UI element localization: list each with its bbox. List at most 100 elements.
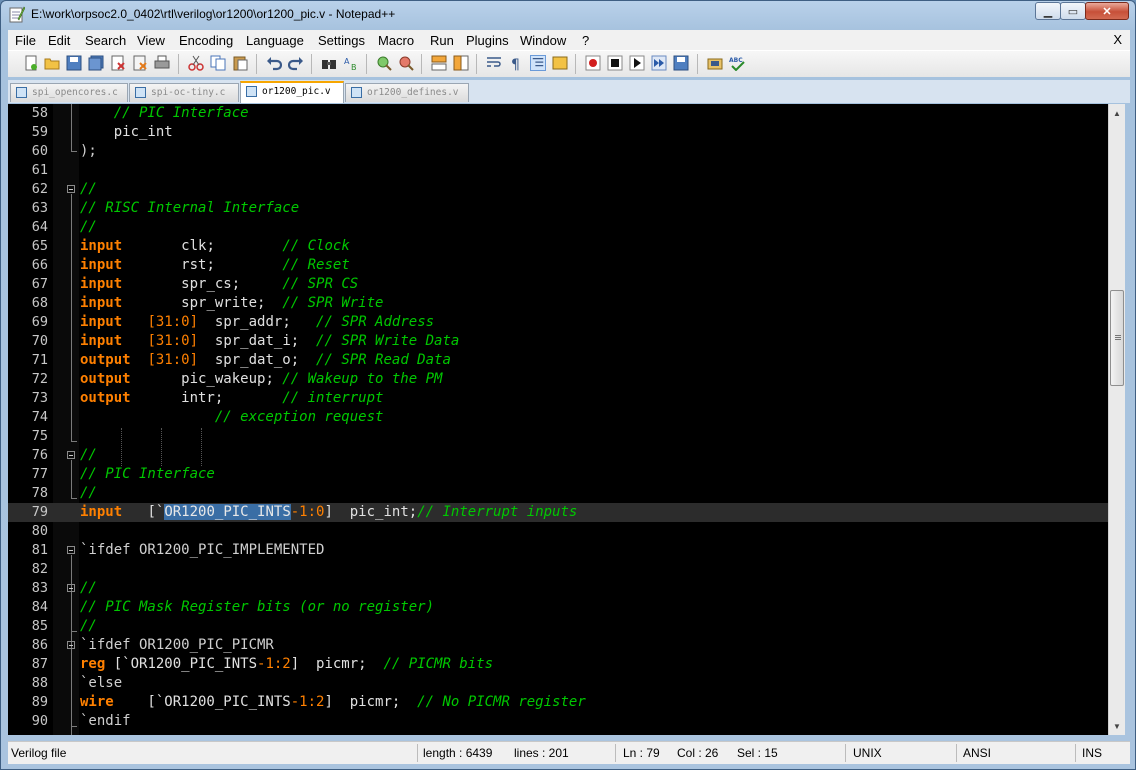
code-line[interactable]: 72 output pic_wakeup; // Wakeup to the PM <box>8 370 1108 389</box>
close-file-icon[interactable] <box>110 55 126 71</box>
code-line[interactable]: 83 // <box>8 579 1108 598</box>
record-macro-icon[interactable] <box>585 55 601 71</box>
indent-guide-icon[interactable] <box>530 55 546 71</box>
code-line[interactable]: 69 input [31:0] spr_addr; // SPR Address <box>8 313 1108 332</box>
code-line[interactable]: 75 <box>8 427 1108 446</box>
fold-marker[interactable] <box>67 546 75 554</box>
code-line[interactable]: 59 pic_int <box>8 123 1108 142</box>
cut-icon[interactable] <box>188 55 204 71</box>
tab-spi-opencores[interactable]: spi_opencores.c <box>10 83 128 102</box>
fold-marker[interactable] <box>67 451 75 459</box>
code-line[interactable]: 63 // RISC Internal Interface <box>8 199 1108 218</box>
new-file-icon[interactable] <box>23 55 39 71</box>
code-text: // PIC Interface <box>80 466 215 482</box>
save-icon[interactable] <box>66 55 82 71</box>
menu-help[interactable]: ? <box>582 33 589 48</box>
code-line[interactable]: 80 <box>8 522 1108 541</box>
save-all-icon[interactable] <box>88 55 104 71</box>
menu-window[interactable]: Window <box>520 33 566 48</box>
code-line[interactable]: 61 <box>8 161 1108 180</box>
open-file-icon[interactable] <box>44 55 60 71</box>
fold-marker[interactable] <box>67 584 75 592</box>
show-all-chars-icon[interactable]: ¶ <box>508 55 524 71</box>
close-all-icon[interactable] <box>132 55 148 71</box>
menu-encoding[interactable]: Encoding <box>179 33 233 48</box>
code-token: output <box>80 352 131 368</box>
replace-icon[interactable]: AB <box>343 55 359 71</box>
launch-icon[interactable] <box>707 55 723 71</box>
zoom-out-icon[interactable] <box>398 55 414 71</box>
maximize-button[interactable]: ▭ <box>1060 2 1086 20</box>
menu-view[interactable]: View <box>137 33 165 48</box>
stop-macro-icon[interactable] <box>607 55 623 71</box>
code-line[interactable]: 68 input spr_write; // SPR Write <box>8 294 1108 313</box>
play-macro-icon[interactable] <box>629 55 645 71</box>
code-line[interactable]: 58 // PIC Interface <box>8 104 1108 123</box>
code-token: wire <box>80 694 114 710</box>
code-token: [31:0] <box>147 352 199 368</box>
code-line[interactable]: 65 input clk; // Clock <box>8 237 1108 256</box>
title-bar[interactable]: E:\work\orpsoc2.0_0402\rtl\verilog\or120… <box>1 1 1135 29</box>
fold-marker[interactable] <box>67 185 75 193</box>
code-line[interactable]: 76 // <box>8 446 1108 465</box>
code-line[interactable]: 73 output intr; // interrupt <box>8 389 1108 408</box>
close-window-button[interactable]: ✕ <box>1085 2 1129 20</box>
code-line[interactable]: 85 // <box>8 617 1108 636</box>
vertical-scrollbar[interactable]: ▲ ▼ <box>1108 104 1125 735</box>
code-text: input spr_cs; // SPR CS <box>80 276 358 292</box>
menu-plugins[interactable]: Plugins <box>466 33 509 48</box>
code-line[interactable]: 89 wire [`OR1200_PIC_INTS-1:2] picmr; // … <box>8 693 1108 712</box>
code-line[interactable]: 84 // PIC Mask Register bits (or no regis… <box>8 598 1108 617</box>
code-line[interactable]: 64 // <box>8 218 1108 237</box>
paste-icon[interactable] <box>232 55 248 71</box>
menu-search[interactable]: Search <box>85 33 126 48</box>
fold-marker[interactable] <box>67 641 75 649</box>
word-wrap-icon[interactable] <box>486 55 502 71</box>
code-line[interactable]: 77 // PIC Interface <box>8 465 1108 484</box>
code-line[interactable]: 82 <box>8 560 1108 579</box>
user-defined-language-icon[interactable] <box>552 55 568 71</box>
code-line[interactable]: 90 `endif <box>8 712 1108 731</box>
code-token: // RISC Internal Interface <box>80 200 300 216</box>
find-icon[interactable] <box>321 55 337 71</box>
code-line[interactable]: 81 `ifdef OR1200_PIC_IMPLEMENTED <box>8 541 1108 560</box>
run-macro-multiple-icon[interactable] <box>651 55 667 71</box>
code-line[interactable]: 67 input spr_cs; // SPR CS <box>8 275 1108 294</box>
tab-spi-oc-tiny[interactable]: spi-oc-tiny.c <box>129 83 239 102</box>
copy-icon[interactable] <box>210 55 226 71</box>
close-document-button[interactable]: X <box>1113 32 1122 47</box>
code-line[interactable]: 62 // <box>8 180 1108 199</box>
sync-horizontal-icon[interactable] <box>453 55 469 71</box>
code-line[interactable]: 78 // <box>8 484 1108 503</box>
status-selection: Sel : 15 <box>737 746 778 760</box>
code-line[interactable]: 74 // exception request <box>8 408 1108 427</box>
code-line[interactable]: 71 output [31:0] spr_dat_o; // SPR Read D… <box>8 351 1108 370</box>
sync-vertical-icon[interactable] <box>431 55 447 71</box>
code-line[interactable]: 66 input rst; // Reset <box>8 256 1108 275</box>
menu-macro[interactable]: Macro <box>378 33 414 48</box>
scroll-up-icon[interactable]: ▲ <box>1110 105 1124 121</box>
menu-run[interactable]: Run <box>430 33 454 48</box>
tab-or1200-pic[interactable]: or1200_pic.v <box>240 81 344 103</box>
spell-check-icon[interactable]: ABC <box>729 55 745 71</box>
code-editor[interactable]: 58 // PIC Interface 59 pic_int 60); 61 62//6… <box>8 104 1108 735</box>
redo-icon[interactable] <box>288 55 304 71</box>
code-line[interactable]: 70 input [31:0] spr_dat_i; // SPR Write D… <box>8 332 1108 351</box>
tab-or1200-defines[interactable]: or1200_defines.v <box>345 83 469 102</box>
undo-icon[interactable] <box>266 55 282 71</box>
menu-language[interactable]: Language <box>246 33 304 48</box>
save-macro-icon[interactable] <box>673 55 689 71</box>
code-line[interactable]: 87 reg [`OR1200_PIC_INTS-1:2] picmr; // P… <box>8 655 1108 674</box>
code-line[interactable]: 88 `else <box>8 674 1108 693</box>
code-line[interactable]: 79 input [`OR1200_PIC_INTS-1:0] pic_int;/… <box>8 503 1108 522</box>
scroll-down-icon[interactable]: ▼ <box>1110 718 1124 734</box>
zoom-in-icon[interactable] <box>376 55 392 71</box>
menu-settings[interactable]: Settings <box>318 33 365 48</box>
print-icon[interactable] <box>154 55 170 71</box>
menu-file[interactable]: File <box>15 33 36 48</box>
minimize-button[interactable]: ▁ <box>1035 2 1061 20</box>
code-line[interactable]: 60); <box>8 142 1108 161</box>
menu-edit[interactable]: Edit <box>48 33 70 48</box>
code-line[interactable]: 86 `ifdef OR1200_PIC_PICMR <box>8 636 1108 655</box>
scroll-thumb[interactable] <box>1110 290 1124 386</box>
